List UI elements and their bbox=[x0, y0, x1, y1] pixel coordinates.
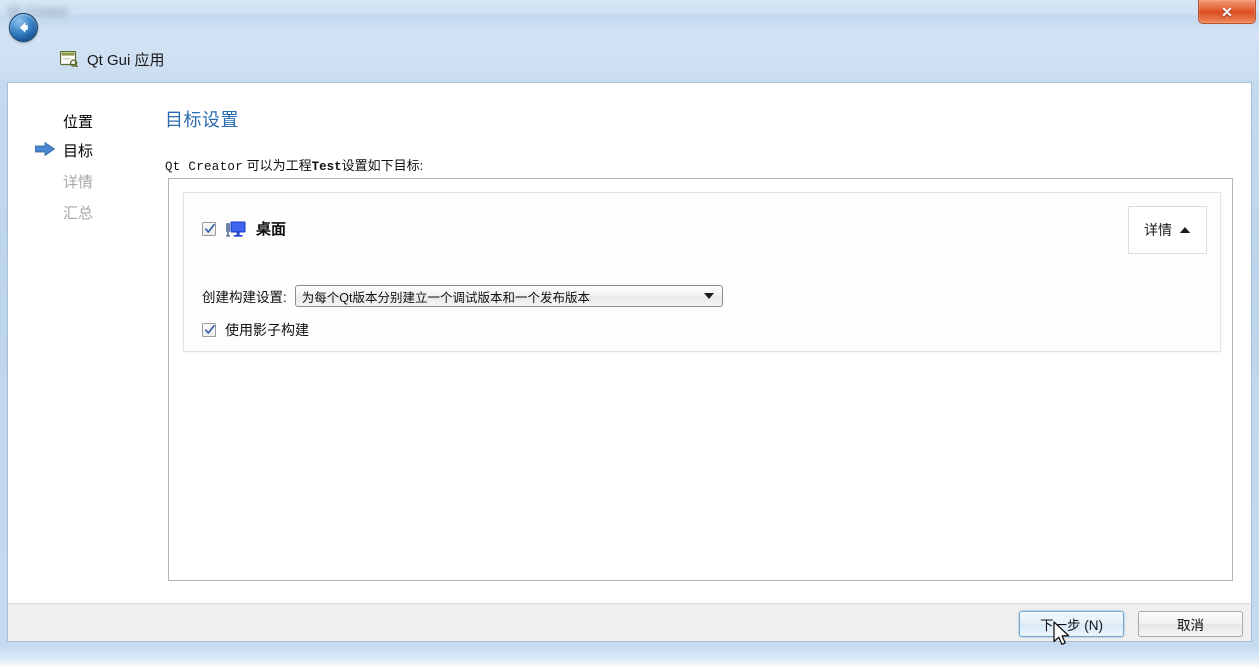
build-settings-row: 创建构建设置: 为每个Qt版本分别建立一个调试版本和一个发布版本 bbox=[202, 285, 723, 307]
kit-details-toggle-button[interactable]: 详情 bbox=[1128, 206, 1207, 254]
desktop-monitor-icon bbox=[226, 221, 246, 237]
wizard-footer: 下一步 (N) 取消 bbox=[7, 603, 1252, 642]
title-bar: Qt Creator ✕ bbox=[0, 0, 1259, 30]
back-button[interactable] bbox=[9, 13, 38, 42]
targets-frame: 桌面 详情 创建构建设置: 为每个Qt版本分别建立一个调试版本和一个发布版本 使… bbox=[168, 178, 1233, 581]
build-settings-select[interactable]: 为每个Qt版本分别建立一个调试版本和一个发布版本 bbox=[294, 285, 723, 307]
chevron-down-icon bbox=[703, 293, 714, 299]
page-title: 目标设置 bbox=[165, 110, 239, 130]
page-description-suffix: 设置如下目标: bbox=[341, 158, 424, 173]
qt-gui-form-icon bbox=[60, 51, 78, 67]
kit-enable-checkbox[interactable] bbox=[202, 221, 216, 236]
cancel-button[interactable]: 取消 bbox=[1138, 611, 1243, 637]
page-description-product: Qt Creator bbox=[165, 160, 244, 174]
kit-name: 桌面 bbox=[256, 221, 287, 238]
build-settings-label: 创建构建设置: bbox=[202, 290, 287, 305]
sidebar-item-summary[interactable]: 汇总 bbox=[63, 202, 93, 223]
back-arrow-icon bbox=[19, 22, 28, 33]
shadow-build-label: 使用影子构建 bbox=[225, 322, 309, 338]
sidebar-item-targets[interactable]: 目标 bbox=[63, 140, 93, 161]
page-description-middle: 可以为工程 bbox=[243, 158, 312, 173]
shadow-build-row: 使用影子构建 bbox=[202, 320, 309, 340]
wizard-window: Qt Creator ✕ Qt Gui 应用 位置 目标 详情 汇总 目标设置 … bbox=[0, 0, 1259, 668]
wizard-header bbox=[0, 30, 1259, 80]
kit-header-row: 桌面 bbox=[202, 218, 286, 239]
shadow-build-checkbox[interactable] bbox=[202, 323, 216, 337]
next-button[interactable]: 下一步 (N) bbox=[1019, 611, 1124, 637]
chevron-up-icon bbox=[1179, 227, 1191, 233]
build-settings-value: 为每个Qt版本分别建立一个调试版本和一个发布版本 bbox=[301, 290, 590, 305]
page-description-project: Test bbox=[311, 160, 342, 174]
sidebar-item-details[interactable]: 详情 bbox=[63, 171, 93, 192]
wizard-title: Qt Gui 应用 bbox=[87, 52, 165, 69]
sidebar-item-location[interactable]: 位置 bbox=[63, 111, 93, 132]
wizard-step-list: 位置 目标 详情 汇总 bbox=[8, 83, 160, 603]
checkmark-icon bbox=[204, 324, 215, 334]
kit-details-label: 详情 bbox=[1144, 222, 1172, 238]
page-description: Qt Creator 可以为工程Test设置如下目标: bbox=[165, 155, 423, 174]
close-icon: ✕ bbox=[1221, 3, 1233, 20]
right-arrow-icon bbox=[35, 142, 55, 156]
window-bottom-edge bbox=[0, 645, 1259, 668]
kit-desktop-panel: 桌面 详情 创建构建设置: 为每个Qt版本分别建立一个调试版本和一个发布版本 使… bbox=[183, 192, 1221, 352]
checkmark-icon bbox=[204, 223, 215, 233]
close-button[interactable]: ✕ bbox=[1198, 0, 1256, 24]
